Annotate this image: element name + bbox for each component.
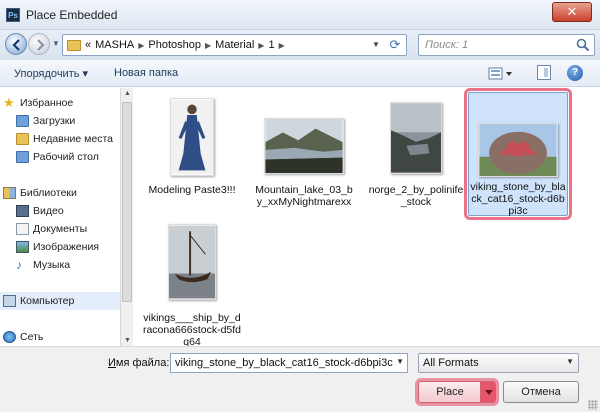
search-icon[interactable] — [576, 38, 590, 52]
navigation-bar: ▼ « MASHA ▶ Photoshop ▶ Material ▶ 1 ▶ ▼… — [0, 30, 600, 60]
forward-button[interactable] — [28, 33, 50, 55]
cancel-button[interactable]: Отмена — [503, 381, 579, 403]
video-library-icon — [16, 205, 29, 217]
file-item[interactable]: Modeling Paste3!!! — [142, 94, 242, 220]
file-list-view: Modeling Paste3!!! Mountain_lake_03_by_x… — [134, 88, 600, 348]
address-dropdown-button[interactable]: ▼ — [368, 37, 384, 53]
chevron-right-icon[interactable]: ▶ — [279, 41, 285, 50]
command-toolbar: Упорядочить ▾ Новая папка ? — [0, 60, 600, 87]
recent-places-icon — [16, 133, 29, 145]
file-type-select[interactable]: All Formats ▼ — [418, 353, 579, 373]
file-thumbnail — [264, 118, 344, 174]
chevron-right-icon[interactable]: ▶ — [138, 41, 144, 50]
place-button[interactable]: Place — [418, 381, 496, 403]
breadcrumb-item-material[interactable]: Material — [215, 39, 254, 51]
pictures-library-icon — [16, 241, 29, 253]
file-name: Mountain_lake_03_by_xxMyNightmarexx — [255, 184, 353, 208]
recent-locations-dropdown[interactable]: ▼ — [52, 39, 60, 48]
back-button[interactable] — [5, 33, 27, 55]
file-name: vikings___ship_by_dracona666stock-d5fdq6… — [142, 312, 242, 348]
place-button-label: Place — [436, 386, 464, 398]
file-name-label: Имя файла: — [108, 357, 170, 369]
window-title: Place Embedded — [26, 8, 118, 22]
scroll-down-arrow-icon[interactable]: ▼ — [124, 337, 131, 344]
navigation-pane-scrollbar[interactable]: ▲ ▼ — [120, 88, 133, 346]
preview-pane-icon[interactable] — [537, 65, 551, 80]
computer-icon — [3, 295, 16, 307]
file-item-selected[interactable]: viking_stone_by_black_cat16_stock-d6bpi3… — [464, 88, 572, 220]
libraries-icon — [3, 187, 16, 199]
cancel-button-label: Отмена — [521, 386, 561, 398]
folder-icon — [67, 40, 81, 51]
file-name: Modeling Paste3!!! — [148, 184, 236, 196]
chevron-down-icon[interactable]: ▼ — [566, 357, 574, 366]
chevron-right-icon[interactable]: ▶ — [205, 41, 211, 50]
arrow-left-icon — [12, 39, 20, 51]
file-name: viking_stone_by_black_cat16_stock-d6bpi3… — [470, 181, 566, 217]
help-icon[interactable]: ? — [567, 65, 583, 81]
star-icon: ★ — [3, 95, 15, 110]
documents-library-icon — [16, 223, 29, 235]
sidebar-item-computer[interactable]: Компьютер — [0, 292, 120, 310]
search-placeholder: Поиск: 1 — [425, 39, 469, 51]
desktop-icon — [16, 151, 29, 163]
breadcrumb-overflow[interactable]: « — [85, 39, 91, 51]
breadcrumb-item-photoshop[interactable]: Photoshop — [148, 39, 201, 51]
breadcrumb: « MASHA ▶ Photoshop ▶ Material ▶ 1 ▶ — [85, 39, 285, 51]
file-thumbnail — [478, 123, 558, 177]
organize-menu-button[interactable]: Упорядочить ▾ — [14, 67, 88, 80]
dialog-footer: Имя файла: viking_stone_by_black_cat16_s… — [0, 346, 600, 412]
new-folder-button[interactable]: Новая папка — [114, 67, 178, 79]
arrow-right-icon — [37, 39, 45, 51]
chevron-down-icon[interactable]: ▼ — [396, 357, 404, 366]
place-split-dropdown-icon[interactable] — [480, 382, 495, 402]
navigation-pane: ★ Избранное Загрузки Недавние места Рабо… — [0, 88, 132, 346]
breadcrumb-item-1[interactable]: 1 — [268, 39, 274, 51]
file-thumbnail — [390, 102, 442, 174]
breadcrumb-item-masha[interactable]: MASHA — [95, 39, 134, 51]
scrollbar-thumb[interactable] — [122, 102, 132, 302]
file-item[interactable]: Mountain_lake_03_by_xxMyNightmarexx — [254, 94, 354, 220]
scroll-up-arrow-icon[interactable]: ▲ — [124, 90, 131, 97]
search-field[interactable]: Поиск: 1 — [418, 34, 595, 56]
file-thumbnail — [170, 98, 214, 176]
resize-grip-icon[interactable] — [588, 400, 598, 410]
refresh-icon[interactable]: ⟳ — [386, 36, 404, 54]
file-name-input[interactable]: viking_stone_by_black_cat16_stock-d6bpi3… — [175, 357, 393, 369]
file-type-value: All Formats — [423, 357, 479, 369]
file-name-combobox[interactable]: viking_stone_by_black_cat16_stock-d6bpi3… — [170, 353, 408, 373]
photoshop-app-icon: Ps — [6, 8, 20, 22]
address-bar[interactable]: « MASHA ▶ Photoshop ▶ Material ▶ 1 ▶ ▼ ⟳ — [62, 34, 407, 56]
network-icon — [3, 331, 16, 343]
music-note-icon: ♪ — [16, 258, 22, 272]
title-bar: Ps Place Embedded ✕ — [0, 0, 600, 30]
file-thumbnail — [168, 224, 216, 300]
file-item[interactable]: norge_2_by_polinife_stock — [366, 94, 466, 220]
file-name: norge_2_by_polinife_stock — [368, 184, 464, 208]
chevron-right-icon[interactable]: ▶ — [258, 41, 264, 50]
file-item[interactable]: vikings___ship_by_dracona666stock-d5fdq6… — [142, 220, 242, 348]
view-options-icon[interactable] — [488, 66, 514, 82]
downloads-folder-icon — [16, 115, 29, 127]
close-button[interactable]: ✕ — [552, 2, 592, 22]
